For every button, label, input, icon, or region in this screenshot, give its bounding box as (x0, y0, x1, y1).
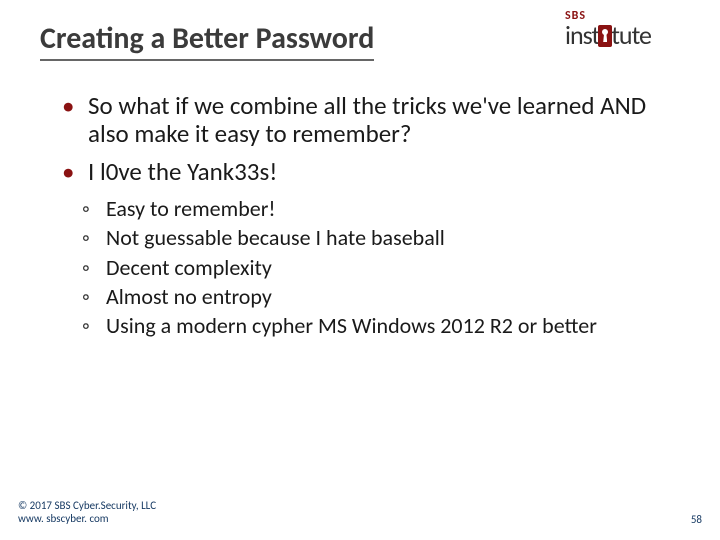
list-item: I l0ve the Yank33s! (50, 158, 680, 186)
slide-header: Creating a Better Password (40, 20, 690, 80)
slide-body: So what if we combine all the tricks we'… (50, 92, 680, 342)
list-item: So what if we combine all the tricks we'… (50, 92, 680, 148)
list-item: Decent complexity (50, 255, 680, 280)
list-item: Using a modern cypher MS Windows 2012 R2… (50, 313, 680, 338)
page-number: 58 (691, 513, 702, 526)
slide: SBS insttute Creating a Better Password … (0, 0, 720, 540)
copyright-line2: www. sbscyber. com (18, 512, 156, 526)
copyright: © 2017 SBS Cyber.Security, LLC www. sbsc… (18, 499, 156, 527)
copyright-line1: © 2017 SBS Cyber.Security, LLC (18, 499, 156, 513)
slide-title: Creating a Better Password (40, 20, 374, 61)
list-item: Easy to remember! (50, 196, 680, 221)
sub-bullet-list: Easy to remember! Not guessable because … (50, 196, 680, 338)
list-item: Almost no entropy (50, 284, 680, 309)
list-item: Not guessable because I hate baseball (50, 225, 680, 250)
slide-footer: © 2017 SBS Cyber.Security, LLC www. sbsc… (18, 499, 702, 527)
bullet-list: So what if we combine all the tricks we'… (50, 92, 680, 186)
